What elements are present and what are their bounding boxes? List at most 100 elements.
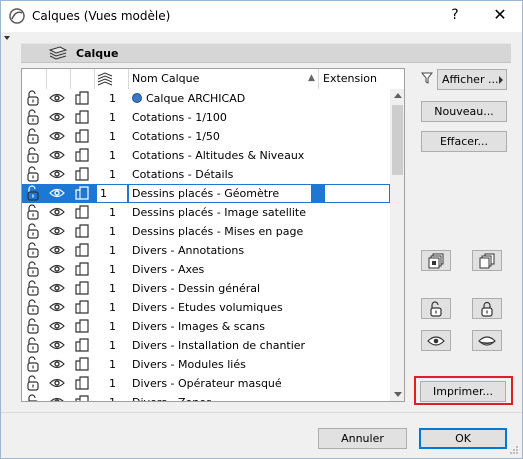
unlock-icon[interactable] <box>25 204 41 220</box>
eye-icon[interactable] <box>49 204 65 220</box>
eye-icon[interactable] <box>49 318 65 334</box>
new-layer-button[interactable]: Nouveau... <box>421 101 507 122</box>
unlock-icon[interactable] <box>25 109 41 125</box>
eye-icon[interactable] <box>49 299 65 315</box>
table-row[interactable]: 1 Cotations - 1/100 <box>22 108 390 127</box>
unlock-icon[interactable] <box>25 261 41 277</box>
layer-name[interactable]: Dessins placés - Géomètre <box>132 187 279 200</box>
layer-wireframe-icon[interactable] <box>74 356 90 372</box>
hide-all-button[interactable] <box>472 330 502 351</box>
unlock-all-button[interactable] <box>421 298 451 319</box>
layer-wireframe-icon[interactable] <box>74 299 90 315</box>
unlock-icon[interactable] <box>25 166 41 182</box>
layer-wireframe-icon[interactable] <box>74 242 90 258</box>
layer-order: 1 <box>109 320 116 333</box>
layer-wireframe-icon[interactable] <box>74 337 90 353</box>
layer-order: 1 <box>109 263 116 276</box>
eye-icon[interactable] <box>49 185 65 201</box>
unlock-icon[interactable] <box>25 299 41 315</box>
unlock-icon[interactable] <box>25 128 41 144</box>
table-row[interactable]: 1 Dessins placés - Image satellite <box>22 203 390 222</box>
show-dropdown-button[interactable]: Afficher ... <box>437 69 507 90</box>
help-button[interactable]: ? <box>445 7 465 23</box>
layer-wireframe-icon[interactable] <box>74 318 90 334</box>
table-row[interactable]: 1 Calque ARCHICAD <box>22 89 390 108</box>
unlock-icon[interactable] <box>25 223 41 239</box>
eye-icon[interactable] <box>49 261 65 277</box>
extension-field[interactable] <box>324 184 390 203</box>
layer-wireframe-icon[interactable] <box>74 128 90 144</box>
layer-combination-button[interactable] <box>421 250 451 271</box>
delete-layer-button[interactable]: Effacer... <box>421 131 507 152</box>
scroll-down-icon[interactable] <box>394 392 402 397</box>
unlock-icon[interactable] <box>25 394 41 402</box>
table-row[interactable]: 1 Divers - Annotations <box>22 241 390 260</box>
table-row[interactable]: 1 Divers - Etudes volumiques <box>22 298 390 317</box>
layer-wireframe-icon[interactable] <box>74 280 90 296</box>
print-button[interactable]: Imprimer... <box>420 381 506 402</box>
section-title: Calque <box>76 47 119 60</box>
cancel-button[interactable]: Annuler <box>318 428 407 449</box>
unlock-icon[interactable] <box>25 185 41 201</box>
layer-sets-button[interactable] <box>472 250 502 271</box>
scroll-up-icon[interactable] <box>394 93 402 98</box>
unlock-icon[interactable] <box>25 375 41 391</box>
unlock-icon[interactable] <box>25 242 41 258</box>
table-row[interactable]: 1 Dessins placés - Géomètre <box>22 184 390 203</box>
close-button[interactable]: ✕ <box>490 5 510 24</box>
eye-icon[interactable] <box>49 337 65 353</box>
sort-arrow-icon: ▲ <box>308 73 315 83</box>
unlock-icon[interactable] <box>25 318 41 334</box>
stacking-order-icon[interactable] <box>97 72 113 86</box>
layer-wireframe-icon[interactable] <box>74 109 90 125</box>
column-header-name[interactable]: Nom Calque <box>132 72 199 85</box>
show-all-button[interactable] <box>421 330 451 351</box>
ok-button[interactable]: OK <box>419 428 507 449</box>
scroll-thumb[interactable] <box>392 105 403 175</box>
layer-wireframe-icon[interactable] <box>74 394 90 402</box>
eye-icon[interactable] <box>49 242 65 258</box>
table-row[interactable]: 1 Cotations - Altitudes & Niveaux <box>22 146 390 165</box>
eye-icon[interactable] <box>49 128 65 144</box>
layer-wireframe-icon[interactable] <box>74 375 90 391</box>
layer-wireframe-icon[interactable] <box>74 90 90 106</box>
eye-icon[interactable] <box>49 280 65 296</box>
eye-icon[interactable] <box>49 375 65 391</box>
layer-name-text: Divers - Dessin général <box>132 282 261 295</box>
eye-icon[interactable] <box>49 147 65 163</box>
unlock-icon[interactable] <box>25 147 41 163</box>
unlock-icon[interactable] <box>25 90 41 106</box>
eye-icon[interactable] <box>49 90 65 106</box>
layer-wireframe-icon[interactable] <box>74 166 90 182</box>
scrollbar[interactable] <box>390 89 404 401</box>
unlock-icon[interactable] <box>25 280 41 296</box>
table-row[interactable]: 1 Divers - Opérateur masqué <box>22 374 390 393</box>
eye-icon[interactable] <box>49 166 65 182</box>
section-header[interactable]: Calque <box>21 43 511 63</box>
layer-name: Calque ARCHICAD <box>132 92 245 105</box>
eye-icon[interactable] <box>49 394 65 402</box>
table-row[interactable]: 1 Divers - Installation de chantier <box>22 336 390 355</box>
resize-grip-icon[interactable] <box>509 445 519 455</box>
unlock-icon[interactable] <box>25 337 41 353</box>
layer-wireframe-icon[interactable] <box>74 185 90 201</box>
table-row[interactable]: 1 Divers - Dessin général <box>22 279 390 298</box>
eye-icon[interactable] <box>49 109 65 125</box>
lock-all-button[interactable] <box>472 298 502 319</box>
layer-wireframe-icon[interactable] <box>74 261 90 277</box>
eye-icon[interactable] <box>49 356 65 372</box>
layer-wireframe-icon[interactable] <box>74 147 90 163</box>
table-row[interactable]: 1 Divers - Zones <box>22 393 390 402</box>
table-row[interactable]: 1 Cotations - Détails <box>22 165 390 184</box>
unlock-icon[interactable] <box>25 356 41 372</box>
table-row[interactable]: 1 Divers - Images & scans <box>22 317 390 336</box>
eye-icon[interactable] <box>49 223 65 239</box>
table-row[interactable]: 1 Dessins placés - Mises en page <box>22 222 390 241</box>
layer-wireframe-icon[interactable] <box>74 204 90 220</box>
table-row[interactable]: 1 Divers - Modules liés <box>22 355 390 374</box>
table-row[interactable]: 1 Divers - Axes <box>22 260 390 279</box>
table-row[interactable]: 1 Cotations - 1/50 <box>22 127 390 146</box>
layer-wireframe-icon[interactable] <box>74 223 90 239</box>
collapse-arrow-icon[interactable] <box>4 36 10 40</box>
column-header-extension[interactable]: Extension <box>323 72 377 85</box>
